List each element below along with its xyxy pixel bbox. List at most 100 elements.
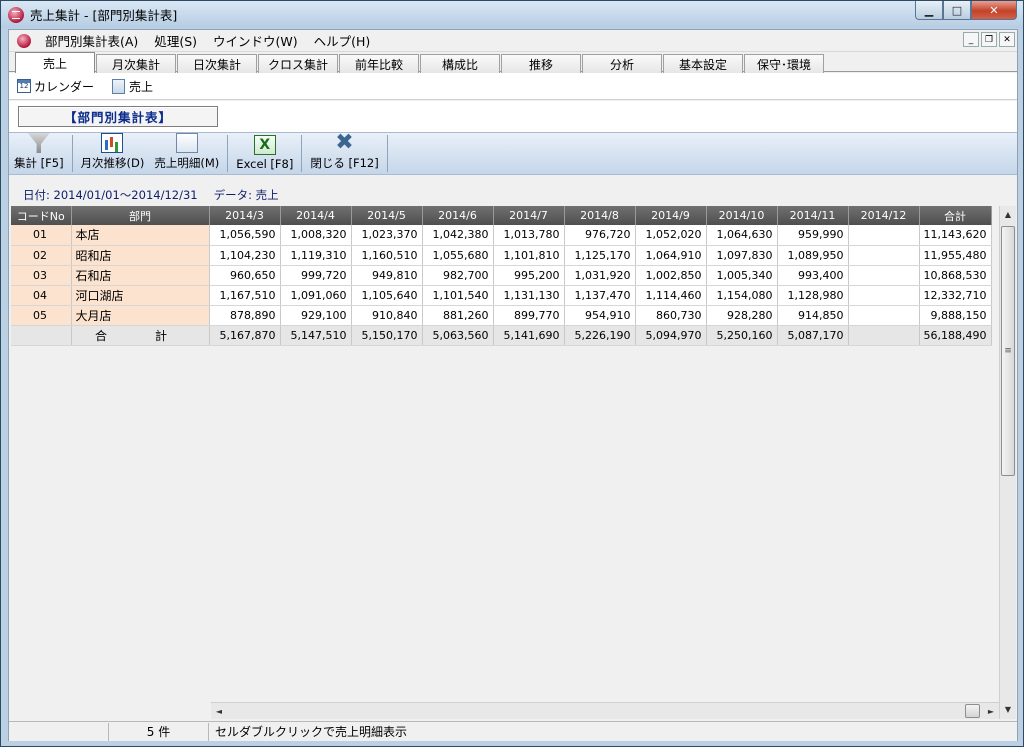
- value-cell[interactable]: 1,125,170: [564, 245, 636, 266]
- value-cell[interactable]: 960,650: [209, 265, 281, 286]
- code-cell[interactable]: 05: [11, 305, 72, 326]
- document-icon[interactable]: [17, 33, 31, 48]
- value-cell[interactable]: 999,720: [280, 265, 352, 286]
- menu-report[interactable]: 部門別集計表(A): [37, 31, 146, 50]
- column-header[interactable]: 部門: [71, 206, 210, 225]
- column-header[interactable]: 2014/7: [493, 206, 565, 225]
- tab-analysis[interactable]: 分析: [582, 54, 662, 73]
- value-cell[interactable]: 11,143,620: [919, 225, 992, 246]
- code-cell[interactable]: 04: [11, 285, 72, 306]
- menu-window[interactable]: ウインドウ(W): [205, 31, 306, 50]
- table-row[interactable]: 05 大月店 878,890 929,100 910,840 881,260 899,770…: [11, 305, 992, 326]
- total-cell[interactable]: [848, 325, 920, 346]
- value-cell[interactable]: 1,101,540: [422, 285, 494, 306]
- value-cell[interactable]: 1,064,630: [706, 225, 778, 246]
- value-cell[interactable]: 1,042,380: [422, 225, 494, 246]
- value-cell[interactable]: 995,200: [493, 265, 565, 286]
- column-header[interactable]: 2014/10: [706, 206, 778, 225]
- total-cell[interactable]: 5,150,170: [351, 325, 423, 346]
- value-cell[interactable]: 10,868,530: [919, 265, 992, 286]
- total-cell[interactable]: 5,226,190: [564, 325, 636, 346]
- value-cell[interactable]: 929,100: [280, 305, 352, 326]
- value-cell[interactable]: 910,840: [351, 305, 423, 326]
- value-cell[interactable]: 949,810: [351, 265, 423, 286]
- tab-sales[interactable]: 売上: [15, 52, 95, 73]
- value-cell[interactable]: [848, 305, 920, 326]
- value-cell[interactable]: 1,131,130: [493, 285, 565, 306]
- tab-basic-settings[interactable]: 基本設定: [663, 54, 743, 73]
- value-cell[interactable]: 1,031,920: [564, 265, 636, 286]
- tab-yoy[interactable]: 前年比較: [339, 54, 419, 73]
- excel-button[interactable]: X Excel [F8]: [231, 133, 298, 174]
- value-cell[interactable]: 1,114,460: [635, 285, 707, 306]
- value-cell[interactable]: [848, 265, 920, 286]
- minimize-button[interactable]: ▁: [915, 1, 943, 20]
- value-cell[interactable]: 954,910: [564, 305, 636, 326]
- value-cell[interactable]: 1,064,910: [635, 245, 707, 266]
- value-cell[interactable]: [848, 285, 920, 306]
- value-cell[interactable]: 1,089,950: [777, 245, 849, 266]
- menu-process[interactable]: 処理(S): [146, 31, 205, 50]
- value-cell[interactable]: 1,104,230: [209, 245, 281, 266]
- table-row[interactable]: 01 本店 1,056,590 1,008,320 1,023,370 1,042,380…: [11, 225, 992, 246]
- column-header[interactable]: 2014/5: [351, 206, 423, 225]
- value-cell[interactable]: 1,160,510: [351, 245, 423, 266]
- value-cell[interactable]: 1,167,510: [209, 285, 281, 306]
- table-row[interactable]: 04 河口湖店 1,167,510 1,091,060 1,105,640 1,101,5…: [11, 285, 992, 306]
- value-cell[interactable]: [848, 245, 920, 266]
- value-cell[interactable]: 9,888,150: [919, 305, 992, 326]
- value-cell[interactable]: 1,055,680: [422, 245, 494, 266]
- value-cell[interactable]: 899,770: [493, 305, 565, 326]
- table-row[interactable]: 02 昭和店 1,104,230 1,119,310 1,160,510 1,055,68…: [11, 245, 992, 266]
- vertical-scroll-thumb[interactable]: ≡: [1001, 226, 1015, 476]
- total-cell[interactable]: 5,141,690: [493, 325, 565, 346]
- value-cell[interactable]: 1,052,020: [635, 225, 707, 246]
- column-header[interactable]: 2014/8: [564, 206, 636, 225]
- column-header[interactable]: 2014/6: [422, 206, 494, 225]
- total-cell[interactable]: 56,188,490: [919, 325, 992, 346]
- summary-table[interactable]: コードNo 部門 2014/3 2014/4 2014/5 2014/6 2014/7 201…: [11, 206, 992, 346]
- tab-trend[interactable]: 推移: [501, 54, 581, 73]
- value-cell[interactable]: 881,260: [422, 305, 494, 326]
- value-cell[interactable]: 1,105,640: [351, 285, 423, 306]
- column-header[interactable]: 2014/12: [848, 206, 920, 225]
- value-cell[interactable]: 914,850: [777, 305, 849, 326]
- sales-detail-button[interactable]: 売上明細(M): [149, 133, 224, 174]
- total-cell[interactable]: 5,167,870: [209, 325, 281, 346]
- data-grid[interactable]: コードNo 部門 2014/3 2014/4 2014/5 2014/6 2014/7 201…: [11, 206, 1000, 718]
- tab-daily[interactable]: 日次集計: [177, 54, 257, 73]
- total-cell[interactable]: [11, 325, 72, 346]
- value-cell[interactable]: 1,097,830: [706, 245, 778, 266]
- table-row[interactable]: 03 石和店 960,650 999,720 949,810 982,700 995,200…: [11, 265, 992, 286]
- scroll-left-button[interactable]: ◄: [211, 703, 227, 719]
- department-cell[interactable]: 河口湖店: [71, 285, 210, 306]
- department-cell[interactable]: 石和店: [71, 265, 210, 286]
- close-report-button[interactable]: ✖ 閉じる [F12]: [305, 132, 383, 174]
- tab-composition[interactable]: 構成比: [420, 54, 500, 73]
- total-cell[interactable]: 5,250,160: [706, 325, 778, 346]
- total-cell[interactable]: 5,063,560: [422, 325, 494, 346]
- value-cell[interactable]: 1,005,340: [706, 265, 778, 286]
- monthly-trend-button[interactable]: 月次推移(D): [76, 133, 150, 174]
- tab-maintenance[interactable]: 保守･環境: [744, 54, 824, 73]
- value-cell[interactable]: 993,400: [777, 265, 849, 286]
- title-bar[interactable]: 売上集計 - [部門別集計表] ▁ □ ✕: [1, 1, 1023, 28]
- tab-cross[interactable]: クロス集計: [258, 54, 338, 73]
- maximize-button[interactable]: □: [943, 1, 971, 20]
- value-cell[interactable]: 1,013,780: [493, 225, 565, 246]
- value-cell[interactable]: 959,990: [777, 225, 849, 246]
- close-window-button[interactable]: ✕: [971, 1, 1017, 20]
- horizontal-scroll-thumb[interactable]: [965, 704, 980, 718]
- value-cell[interactable]: 1,056,590: [209, 225, 281, 246]
- code-cell[interactable]: 03: [11, 265, 72, 286]
- column-header[interactable]: 2014/4: [280, 206, 352, 225]
- value-cell[interactable]: 1,091,060: [280, 285, 352, 306]
- value-cell[interactable]: 1,154,080: [706, 285, 778, 306]
- value-cell[interactable]: 928,280: [706, 305, 778, 326]
- scroll-down-button[interactable]: ▼: [1000, 701, 1016, 718]
- value-cell[interactable]: 12,332,710: [919, 285, 992, 306]
- sales-link[interactable]: 売上: [112, 78, 153, 95]
- horizontal-scrollbar[interactable]: ◄ ►: [211, 702, 999, 719]
- total-cell[interactable]: 5,147,510: [280, 325, 352, 346]
- scroll-up-button[interactable]: ▲: [1000, 206, 1016, 223]
